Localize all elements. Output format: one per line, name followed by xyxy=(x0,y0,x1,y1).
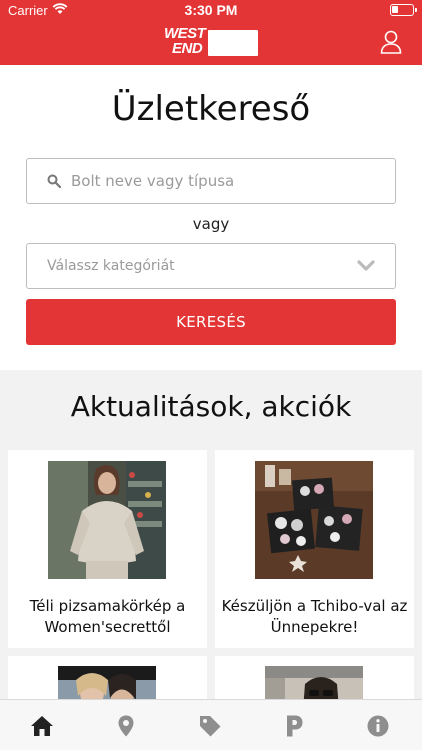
store-search-input[interactable] xyxy=(71,159,381,203)
category-select[interactable]: Válassz kategóriát xyxy=(26,243,396,289)
status-bar: Carrier 3:30 PM xyxy=(0,0,422,22)
logo-box xyxy=(208,30,258,56)
search-icon xyxy=(47,174,61,188)
logo-text: WEST END xyxy=(164,25,206,57)
store-finder-section: Üzletkereső vagy Válassz kategóriát KERE… xyxy=(0,65,422,370)
news-card[interactable]: Téli pizsamakörkép a Women'secrettől xyxy=(8,450,207,648)
home-icon[interactable] xyxy=(30,714,54,738)
location-pin-icon[interactable] xyxy=(114,714,138,738)
bottom-tab-bar xyxy=(0,699,422,750)
pajama-photo xyxy=(48,461,166,579)
user-profile-icon[interactable] xyxy=(380,30,402,54)
news-card[interactable]: Készüljön a Tchibo-val az Ünnepekre! xyxy=(215,450,414,648)
category-select-placeholder: Válassz kategóriát xyxy=(47,258,175,274)
news-card-image xyxy=(48,461,166,579)
news-card-caption: Készüljön a Tchibo-val az Ünnepekre! xyxy=(221,597,408,636)
battery-icon xyxy=(390,4,417,16)
news-card-caption: Téli pizsamakörkép a Women'secrettől xyxy=(29,597,186,636)
page-title: Üzletkereső xyxy=(111,89,311,129)
store-search-field[interactable] xyxy=(26,158,396,204)
or-label: vagy xyxy=(192,215,230,233)
tag-icon[interactable] xyxy=(198,714,222,738)
clock: 3:30 PM xyxy=(184,2,238,18)
info-icon[interactable] xyxy=(366,714,390,738)
chevron-down-icon xyxy=(357,260,375,271)
news-card-image xyxy=(255,461,373,579)
parking-icon[interactable] xyxy=(282,714,306,738)
app-header: Carrier 3:30 PM WEST END xyxy=(0,0,422,65)
search-button[interactable]: KERESÉS xyxy=(26,299,396,345)
logo-line-1: WEST xyxy=(164,25,206,42)
westend-logo[interactable]: WEST END xyxy=(164,26,258,58)
news-section-title: Aktualitások, akciók xyxy=(70,390,352,423)
logo-line-2: END xyxy=(172,40,203,57)
ornaments-photo xyxy=(255,461,373,579)
